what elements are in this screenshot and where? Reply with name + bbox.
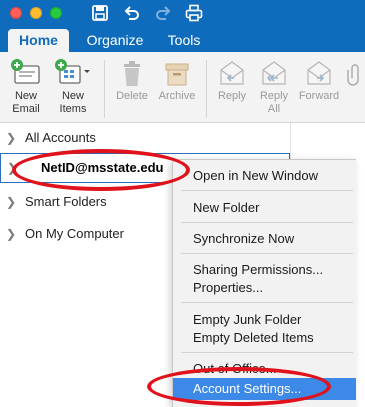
menu-item-open-in-new-window[interactable]: Open in New Window [173, 167, 356, 185]
reply-label: Reply [217, 90, 247, 102]
reply-all-label-2: All [267, 103, 281, 115]
reply-all-label: Reply [259, 90, 289, 102]
new-email-label: New [14, 90, 37, 102]
reply-button[interactable]: Reply [212, 56, 252, 103]
menu-item-out-of-office[interactable]: Out of Office... [173, 360, 356, 378]
delete-button[interactable]: Delete [112, 56, 152, 103]
delete-label: Delete [116, 90, 148, 102]
menu-item-empty-deleted-items[interactable]: Empty Deleted Items [173, 329, 356, 347]
chevron-right-icon[interactable]: ❯ [7, 154, 17, 182]
chevron-right-icon[interactable]: ❯ [6, 189, 16, 215]
folder-all-accounts[interactable]: ❯ All Accounts [0, 125, 290, 151]
zoom-window-button[interactable] [50, 7, 62, 19]
ribbon-tabs: Home Organize Tools [0, 26, 365, 52]
chevron-right-icon[interactable]: ❯ [6, 125, 16, 151]
tab-organize[interactable]: Organize [80, 29, 150, 52]
menu-separator [181, 253, 353, 254]
reply-all-button[interactable]: Reply All [254, 56, 294, 116]
reply-icon [214, 56, 250, 90]
title-bar [0, 0, 365, 26]
menu-separator [181, 302, 353, 303]
new-email-button[interactable]: New Email [6, 56, 46, 116]
reply-all-icon [256, 56, 292, 90]
menu-separator [181, 190, 353, 191]
menu-item-sharing-permissions[interactable]: Sharing Permissions... [173, 261, 356, 279]
new-items-button[interactable]: New Items [50, 56, 96, 116]
trash-icon [114, 56, 150, 90]
new-items-label-2: Items [59, 103, 87, 115]
folder-label: Smart Folders [25, 194, 107, 209]
paperclip-icon [345, 56, 365, 90]
forward-label: Forward [298, 90, 340, 102]
menu-separator [181, 352, 353, 353]
chevron-right-icon[interactable]: ❯ [6, 221, 16, 247]
attachment-button[interactable] [345, 56, 365, 90]
account-label: NetID@msstate.edu [41, 160, 164, 175]
folder-label: On My Computer [25, 226, 124, 241]
tab-home[interactable]: Home [8, 29, 69, 52]
new-email-icon [8, 56, 44, 90]
save-icon[interactable] [90, 3, 112, 23]
close-window-button[interactable] [10, 7, 22, 19]
folder-label: All Accounts [25, 130, 96, 145]
ribbon-separator [104, 60, 105, 118]
menu-item-account-settings[interactable]: Account Settings... [173, 378, 356, 400]
context-menu: Open in New Window New Folder Synchroniz… [172, 159, 356, 407]
new-items-icon [51, 56, 95, 90]
archive-label: Archive [158, 90, 196, 102]
archive-box-icon [159, 56, 195, 90]
undo-icon[interactable] [122, 3, 144, 23]
forward-icon [301, 56, 337, 90]
redo-icon [153, 3, 175, 23]
menu-item-synchronize-now[interactable]: Synchronize Now [173, 230, 356, 248]
menu-item-properties[interactable]: Properties... [173, 279, 356, 297]
minimize-window-button[interactable] [30, 7, 42, 19]
menu-item-new-folder[interactable]: New Folder [173, 199, 356, 217]
new-items-label: New [61, 90, 84, 102]
ribbon-toolbar: New Email New Items Delete Archive Reply… [0, 52, 365, 123]
menu-separator [181, 222, 353, 223]
ribbon-separator [206, 60, 207, 118]
menu-item-empty-junk-folder[interactable]: Empty Junk Folder [173, 311, 356, 329]
tab-tools[interactable]: Tools [160, 29, 208, 52]
archive-button[interactable]: Archive [154, 56, 200, 103]
new-email-label-2: Email [12, 103, 40, 115]
print-icon[interactable] [184, 3, 206, 23]
forward-button[interactable]: Forward [297, 56, 341, 103]
